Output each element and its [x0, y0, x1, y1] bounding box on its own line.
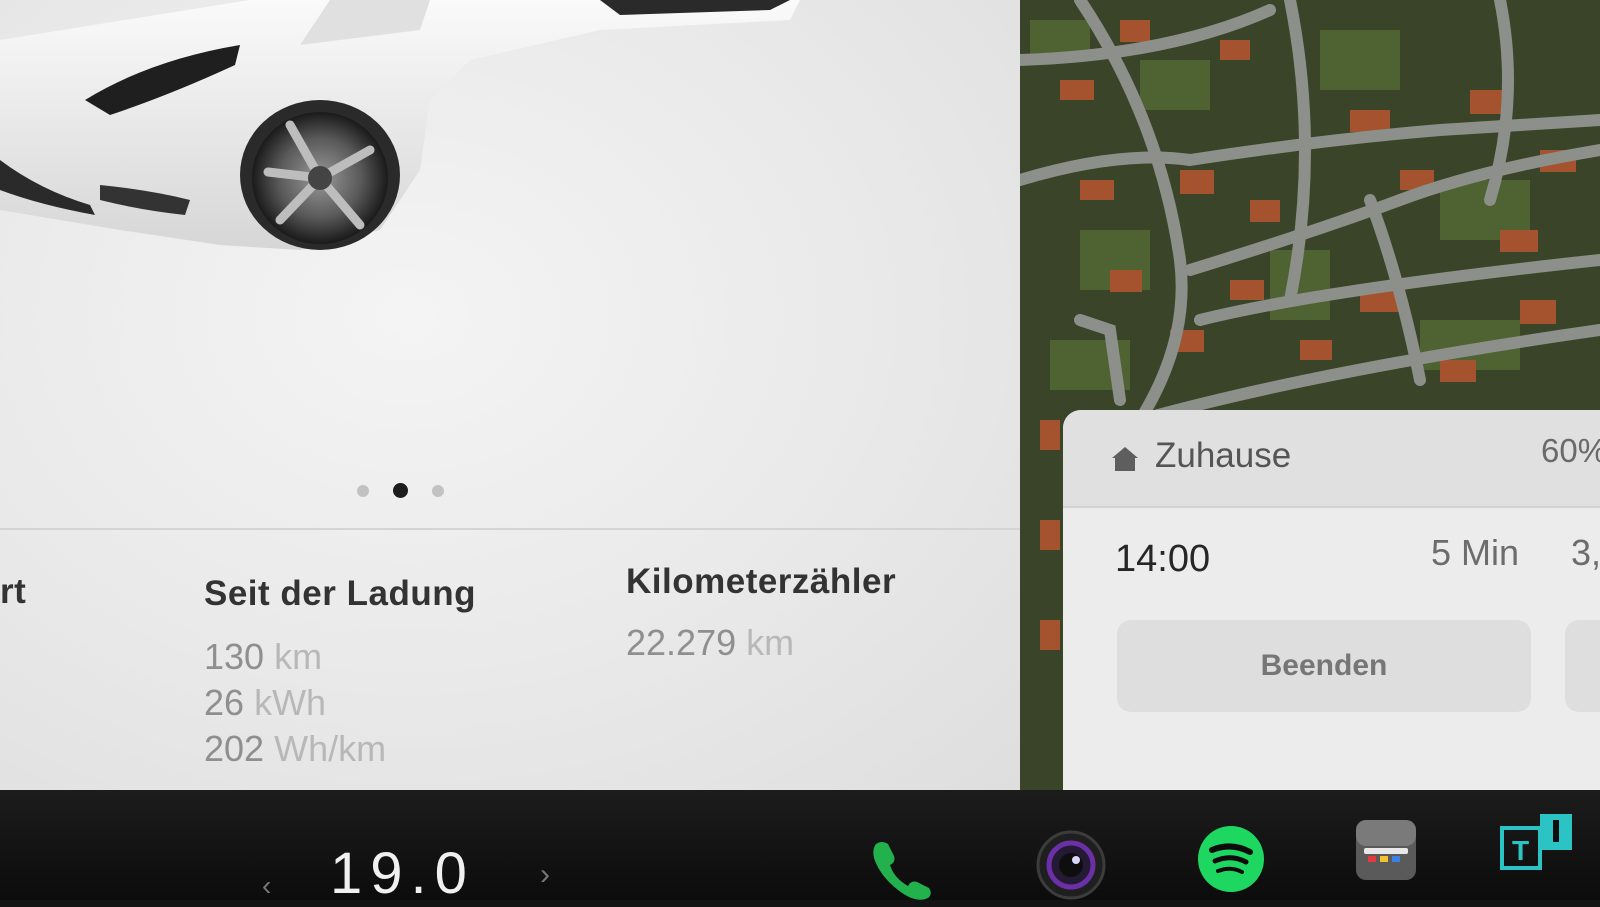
pager-dot[interactable] — [432, 484, 444, 497]
since-charge-title: Seit der Ladung — [204, 574, 476, 613]
toybox-icon[interactable] — [1354, 818, 1418, 882]
camera-icon[interactable] — [1036, 830, 1106, 900]
odometer-value: 22.279 km — [626, 622, 795, 663]
vehicle-panel: rt Seit der Ladung 130 km 26 kWh 202 Wh/… — [0, 0, 1020, 790]
phone-icon[interactable] — [868, 838, 938, 900]
since-charge-energy: 26 kWh — [204, 682, 327, 723]
nav-secondary-button[interactable] — [1565, 620, 1600, 712]
divider — [0, 528, 1020, 530]
cabin-temperature[interactable]: 19.0 — [330, 840, 475, 907]
arrival-battery: 60% — [1541, 432, 1600, 469]
pager-dot[interactable] — [357, 484, 369, 497]
odometer-stats: Kilometerzähler 22.279 km — [626, 562, 896, 666]
since-charge-stats: Seit der Ladung 130 km 26 kWh 202 Wh/km — [204, 574, 476, 772]
since-charge-consumption: 202 Wh/km — [204, 728, 387, 769]
car-image — [0, 0, 800, 250]
odometer-title: Kilometerzähler — [626, 562, 897, 601]
trip-duration: 5 Min — [1431, 532, 1520, 573]
temp-increase-icon[interactable]: › — [540, 858, 550, 892]
arrival-time: 14:00 — [1115, 538, 1211, 580]
trip-stat-title: rt — [0, 572, 27, 611]
temp-decrease-icon[interactable]: ‹ — [262, 870, 271, 902]
end-navigation-button[interactable]: Beenden — [1117, 620, 1531, 712]
svg-text:T: T — [1512, 835, 1529, 866]
since-charge-distance: 130 km — [204, 636, 323, 677]
home-icon — [1112, 447, 1138, 471]
carousel-pager — [357, 483, 444, 498]
spotify-icon[interactable] — [1198, 826, 1264, 892]
trip-distance: 3, — [1571, 532, 1600, 573]
navigation-card: Zuhause 60% 14:00 5 Min 3, Beenden — [1063, 410, 1600, 790]
trip-stat-partial: rt — [0, 572, 26, 612]
nav-header[interactable]: Zuhause 60% — [1063, 410, 1600, 508]
destination-name: Zuhause — [1155, 436, 1292, 475]
pager-dot-active[interactable] — [393, 483, 408, 498]
tesla-app-icon[interactable]: T — [1500, 812, 1576, 874]
